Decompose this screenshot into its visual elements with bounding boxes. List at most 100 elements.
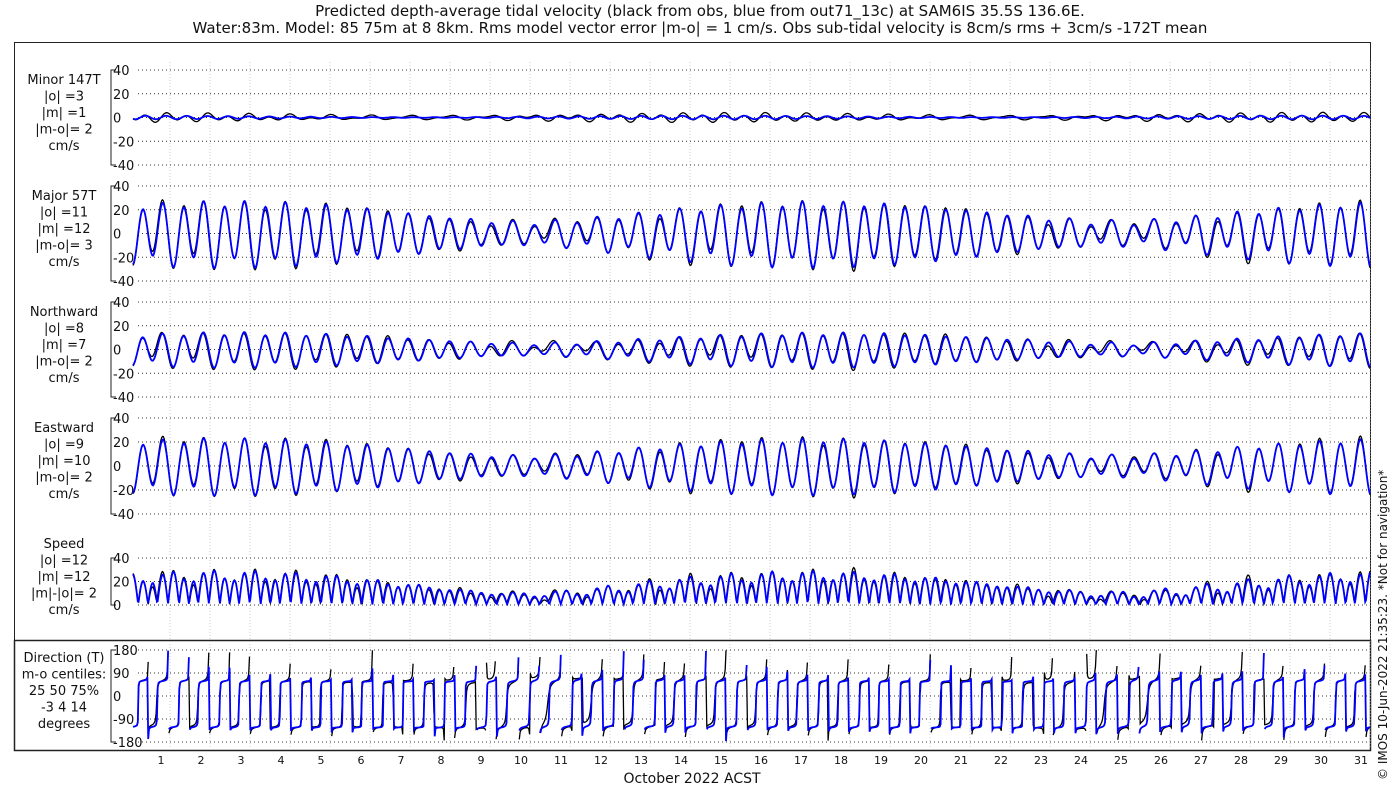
x-tick-label: 3 (238, 754, 245, 767)
y-tick-label: -90 (113, 713, 134, 728)
panel-label: |m| =7 (42, 338, 87, 353)
x-tick-label: 2 (198, 754, 205, 767)
direction-frame (13, 639, 1372, 752)
panel-label: |m| =1 (42, 106, 87, 121)
x-tick-label: 26 (1154, 754, 1168, 767)
y-tick-label: 180 (113, 644, 138, 659)
y-tick-label: 40 (113, 296, 130, 311)
panel-north: Northward |o| =8|m| =7 |m-o|= 2cm/s 40 20 0 -2… (30, 296, 1371, 406)
watermark: © IMOS 10-Jun-2022 21:35:23. *Not for na… (1376, 470, 1390, 780)
y-tick-label: -40 (113, 391, 134, 406)
series-model-major (132, 199, 1371, 270)
panel-label: cm/s (49, 139, 80, 154)
panel-label: |m-o|= 3 (35, 239, 93, 254)
y-tick-label: 20 (113, 204, 130, 219)
x-tick-label: 4 (278, 754, 285, 767)
x-tick-label: 21 (954, 754, 968, 767)
x-tick-label: 17 (794, 754, 808, 767)
x-tick-label: 23 (1034, 754, 1048, 767)
x-tick-label: 27 (1194, 754, 1208, 767)
x-tick-label: 6 (358, 754, 365, 767)
x-tick-label: 11 (554, 754, 568, 767)
panel-label: Major 57T (32, 189, 97, 204)
panel-speed: Speed |o| =12|m| =12 |m|-|o|= 2cm/s 40 20 0 (31, 537, 1371, 618)
y-tick-label: 0 (113, 599, 121, 614)
panel-label: Eastward (34, 421, 94, 436)
series-obs-north (132, 331, 1371, 372)
series-model-minor (132, 114, 1371, 121)
x-tick-label: 9 (478, 754, 485, 767)
y-tick-label: -20 (113, 367, 134, 382)
y-tick-label: 40 (113, 552, 130, 567)
panel-label: -3 4 14 (41, 701, 87, 716)
panel-east: Eastward |o| =9|m| =10 |m-o|= 2cm/s 40 20 0 -2… (34, 412, 1371, 523)
panel-label: |o| =8 (44, 322, 84, 337)
panel-label: |m| =10 (38, 454, 91, 469)
panel-label: Direction (T) (24, 651, 105, 666)
series-obs-east (132, 435, 1371, 499)
x-tick-label: 13 (634, 754, 648, 767)
y-tick-label: -20 (113, 251, 134, 266)
panel-label: |m|-|o|= 2 (31, 587, 97, 602)
y-tick-label: -20 (113, 135, 134, 150)
y-tick-label: 0 (113, 690, 121, 705)
y-tick-label: -40 (113, 275, 134, 290)
panel-label: |o| =12 (40, 554, 88, 569)
panel-dir: Direction (T) m-o centiles:25 50 75% -3 4 … (22, 644, 1371, 751)
panel-label: |o| =3 (44, 90, 84, 105)
y-tick-label: 0 (113, 112, 121, 127)
x-tick-label: 30 (1314, 754, 1328, 767)
y-tick-label: -180 (113, 736, 143, 751)
panel-label: degrees (38, 717, 91, 732)
x-tick-label: 29 (1274, 754, 1288, 767)
x-tick-label: 8 (438, 754, 445, 767)
x-tick-label: 19 (874, 754, 888, 767)
panel-label: cm/s (49, 371, 80, 386)
x-tick-label: 28 (1234, 754, 1248, 767)
panel-label: Northward (30, 305, 98, 320)
x-tick-label: 24 (1074, 754, 1088, 767)
y-tick-label: 20 (113, 320, 130, 335)
y-tick-label: 0 (113, 460, 121, 475)
y-tick-label: 90 (113, 667, 130, 682)
y-tick-label: -40 (113, 159, 134, 174)
panel-minor: Minor 147T |o| =3|m| =1 |m-o|= 2cm/s 40 20 0 -… (27, 64, 1371, 174)
x-tick-label: 7 (398, 754, 405, 767)
panel-label: cm/s (49, 487, 80, 502)
panel-major: Major 57T |o| =11|m| =12 |m-o|= 3cm/s 40 20 0… (32, 180, 1371, 290)
panel-label: Speed (44, 537, 85, 552)
panel-label: |m| =12 (38, 222, 91, 237)
y-tick-label: 20 (113, 436, 130, 451)
y-tick-label: 0 (113, 228, 121, 243)
y-tick-label: 40 (113, 180, 130, 195)
tidal-velocity-figure: Predicted depth-average tidal velocity (… (13, 2, 1390, 787)
panel-label: |m-o|= 2 (35, 471, 93, 486)
panel-label: Minor 147T (27, 73, 100, 88)
series-model-speed (132, 569, 1371, 608)
y-tick-label: 0 (113, 344, 121, 359)
panel-label: |o| =11 (40, 206, 88, 221)
panel-label: cm/s (49, 255, 80, 270)
panel-label: m-o centiles: (22, 668, 107, 683)
panel-label: cm/s (49, 603, 80, 618)
x-tick-label: 31 (1354, 754, 1368, 767)
x-tick-label: 16 (754, 754, 768, 767)
panel-label: |m-o|= 2 (35, 355, 93, 370)
x-tick-label: 10 (514, 754, 528, 767)
y-tick-label: 40 (113, 412, 130, 427)
y-tick-label: -20 (113, 484, 134, 499)
x-tick-label: 18 (834, 754, 848, 767)
x-tick-label: 22 (994, 754, 1008, 767)
x-tick-label: 1 (158, 754, 165, 767)
panel-label: |m| =12 (38, 570, 91, 585)
y-tick-label: 40 (113, 64, 130, 79)
panel-label: 25 50 75% (29, 684, 99, 699)
x-tick-label: 25 (1114, 754, 1128, 767)
y-tick-label: 20 (113, 88, 130, 103)
x-tick-label: 12 (594, 754, 608, 767)
panel-label: |o| =9 (44, 438, 84, 453)
series-obs-major (132, 198, 1371, 273)
series-model-east (132, 436, 1371, 498)
x-axis-label: October 2022 ACST (623, 771, 761, 787)
x-tick-label: 14 (674, 754, 688, 767)
